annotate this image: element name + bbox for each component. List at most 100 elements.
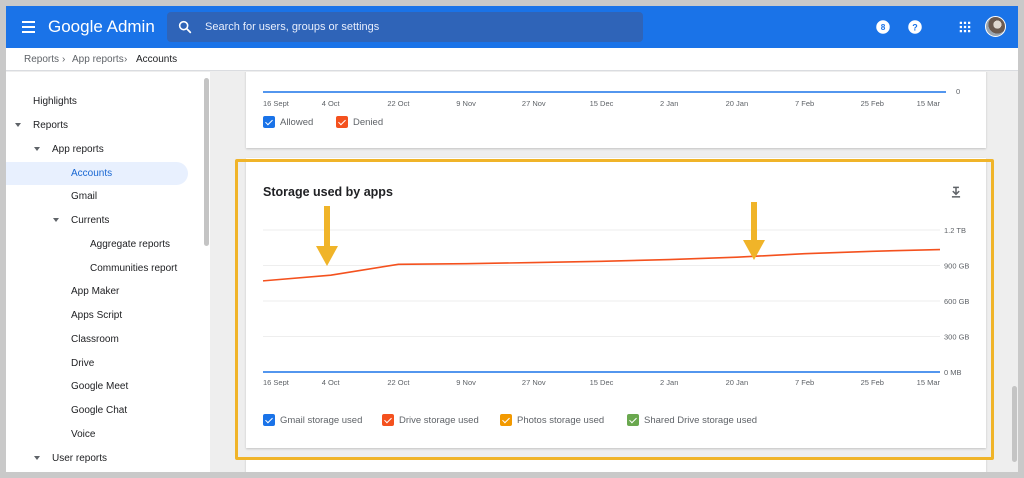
legend-label: Gmail storage used: [280, 415, 363, 426]
legend-label: Shared Drive storage used: [644, 415, 758, 426]
sidebar-item-label: App reports: [52, 144, 104, 155]
sidebar-item-highlights[interactable]: Highlights: [6, 91, 188, 113]
x-tick-label: 15 Mar: [917, 378, 941, 386]
x-tick-label: 27 Nov: [522, 378, 546, 386]
x-tick-label: 27 Nov: [522, 99, 546, 108]
sidebar-item-gmail[interactable]: Gmail: [6, 186, 188, 208]
sidebar-item-classroom[interactable]: Classroom: [6, 329, 188, 351]
breadcrumb-accounts: Accounts: [136, 54, 178, 65]
sidebar-item-label: User reports: [52, 453, 108, 464]
sidebar-item-google-chat[interactable]: Google Chat: [6, 400, 188, 422]
x-tick-label: 2 Jan: [660, 99, 678, 108]
y-tick-label: 900 GB: [944, 262, 969, 271]
sidebar-item-communities-report[interactable]: Communities report: [6, 258, 188, 280]
sidebar-item-label: Highlights: [33, 96, 77, 107]
x-tick-label: 2 Jan: [660, 378, 678, 386]
app-window: Google Admin 8 ? Reports › App reports ›: [6, 6, 1018, 472]
sidebar-item-label: Apps Script: [71, 310, 123, 321]
apps-grid-icon[interactable]: [956, 18, 974, 36]
sidebar-scrollbar[interactable]: [204, 78, 209, 246]
x-tick-label: 16 Sept: [263, 99, 290, 108]
search-box[interactable]: [167, 12, 643, 42]
caret-down-icon: [34, 456, 40, 460]
x-tick-label: 9 Nov: [456, 99, 476, 108]
sidebar-item-label: Classroom: [71, 334, 119, 345]
x-tick-label: 20 Jan: [726, 378, 749, 386]
sidebar-item-aggregate-reports[interactable]: Aggregate reports: [6, 234, 188, 256]
sidebar-item-voice[interactable]: Voice: [6, 424, 188, 446]
access-chart: 0 16 Sept 4 Oct 22 Oct 9 Nov 27 Nov 15 Dec 2 J…: [263, 87, 960, 108]
access-chart-card: 0 16 Sept 4 Oct 22 Oct 9 Nov 27 Nov 15 Dec 2 J…: [246, 72, 986, 148]
breadcrumb-app-reports[interactable]: App reports: [72, 54, 124, 65]
chevron-right-icon: ›: [62, 54, 66, 65]
app-title[interactable]: Google Admin: [48, 17, 155, 37]
main-content: 0 16 Sept 4 Oct 22 Oct 9 Nov 27 Nov 15 Dec 2 J…: [210, 72, 1018, 472]
sidebar-item-accounts[interactable]: Accounts: [6, 162, 188, 185]
sidebar-item-app-maker[interactable]: App Maker: [6, 281, 188, 303]
sidebar-item-reports[interactable]: Reports: [6, 115, 188, 137]
help-icon[interactable]: ?: [906, 18, 924, 36]
checkbox-checked-icon: [500, 414, 512, 426]
breadcrumb-reports[interactable]: Reports: [24, 54, 59, 65]
x-tick-label: 15 Dec: [590, 378, 614, 386]
sidebar-item-label: App Maker: [71, 286, 120, 297]
x-tick-label: 16 Sept: [263, 378, 290, 386]
sidebar-item-currents[interactable]: Currents: [6, 210, 188, 232]
caret-down-icon: [15, 123, 21, 127]
x-tick-label: 7 Feb: [795, 99, 814, 108]
y-tick-label: 1.2 TB: [944, 226, 966, 235]
sidebar-item-label: Drive: [71, 358, 95, 369]
x-tick-label: 15 Mar: [917, 99, 941, 108]
checkbox-checked-icon: [382, 414, 394, 426]
top-x-ticks: 16 Sept 4 Oct 22 Oct 9 Nov 27 Nov 15 Dec 2 Jan…: [263, 99, 941, 108]
checkbox-checked-icon: [263, 116, 275, 128]
checkbox-checked-icon: [627, 414, 639, 426]
y-tick-label: 300 GB: [944, 333, 969, 342]
sidebar-item-user-reports[interactable]: User reports: [6, 448, 188, 470]
sidebar-item-drive[interactable]: Drive: [6, 353, 188, 375]
search-input[interactable]: [205, 12, 635, 42]
x-tick-label: 7 Feb: [795, 378, 814, 386]
support-icon[interactable]: 8: [874, 18, 892, 36]
x-tick-label: 4 Oct: [322, 99, 341, 108]
x-tick-label: 4 Oct: [322, 378, 341, 386]
x-tick-label: 9 Nov: [456, 378, 476, 386]
svg-text:8: 8: [881, 23, 886, 32]
avatar[interactable]: [985, 16, 1006, 37]
breadcrumb: Reports › App reports › Accounts: [6, 48, 1018, 71]
legend-label: Allowed: [280, 117, 314, 128]
x-tick-label: 15 Dec: [590, 99, 614, 108]
x-tick-label: 22 Oct: [387, 378, 410, 386]
sidebar-item-label: Google Meet: [71, 381, 129, 392]
top-app-bar: Google Admin 8 ?: [6, 6, 1018, 48]
x-tick-label: 25 Feb: [861, 99, 884, 108]
sidebar-item-label: Voice: [71, 429, 96, 440]
sidebar-item-app-reports[interactable]: App reports: [6, 139, 188, 161]
x-tick-label: 20 Jan: [726, 99, 749, 108]
caret-down-icon: [53, 218, 59, 222]
legend-label: Photos storage used: [517, 415, 605, 426]
top-y-tick-label: 0: [956, 87, 960, 96]
caret-down-icon: [34, 147, 40, 151]
checkbox-checked-icon: [263, 414, 275, 426]
sidebar-item-label: Google Chat: [71, 405, 128, 416]
chevron-right-icon: ›: [124, 54, 128, 65]
sidebar-item-label: Currents: [71, 215, 110, 226]
sidebar-item-label: Reports: [33, 120, 69, 131]
sidebar-item-label: Aggregate reports: [90, 239, 171, 250]
next-card: [246, 458, 986, 472]
sidebar-item-label: Gmail: [71, 191, 98, 202]
storage-line-chart: 0 MB 300 GB 600 GB 900 GB 1.2 TB 16 Sept 4 Oct…: [262, 226, 969, 386]
storage-chart-card: Storage used by apps 0 MB 300 GB 600 GB 900…: [246, 158, 986, 448]
menu-icon[interactable]: [20, 17, 40, 37]
sidebar-item-apps-script[interactable]: Apps Script: [6, 305, 188, 327]
x-tick-label: 25 Feb: [861, 378, 884, 386]
sidebar-item-google-meet[interactable]: Google Meet: [6, 376, 188, 398]
sidebar-item-label: Communities report: [90, 263, 178, 274]
sidebar-item-label: Accounts: [71, 168, 113, 179]
main-scrollbar[interactable]: [1012, 386, 1017, 462]
legend-label: Drive storage used: [399, 415, 479, 426]
checkbox-checked-icon: [336, 116, 348, 128]
y-tick-label: 600 GB: [944, 297, 969, 306]
y-tick-label: 0 MB: [944, 368, 962, 377]
